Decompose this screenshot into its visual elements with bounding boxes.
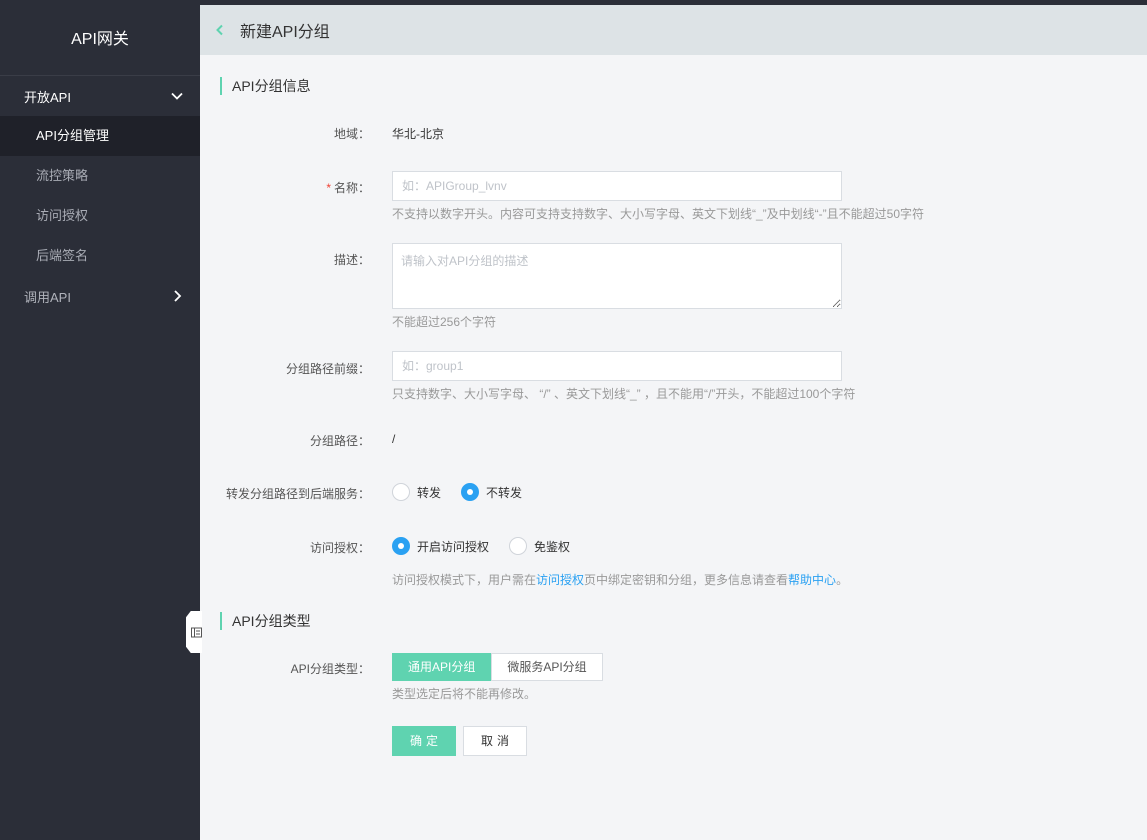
- radio-unchecked-icon: [509, 537, 528, 555]
- description-label: 描述：: [333, 253, 370, 267]
- sidebar-item-flow-control[interactable]: 流控策略: [0, 156, 200, 196]
- path-label: 分组路径：: [309, 434, 370, 448]
- forward-radio-option[interactable]: 转发: [392, 483, 441, 501]
- sidebar-item-backend-sign[interactable]: 后端签名: [0, 236, 200, 276]
- sidebar-title: API网关: [0, 0, 200, 76]
- name-label: * 名称：: [200, 179, 370, 196]
- auth-label: 访问授权：: [309, 541, 370, 555]
- auth-radio-group: 开启访问授权 免鉴权: [392, 537, 590, 555]
- nav-group-label: 开放API: [24, 89, 71, 105]
- no-auth-radio-option[interactable]: 免鉴权: [509, 537, 570, 555]
- no-forward-radio-option[interactable]: 不转发: [461, 483, 522, 501]
- general-group-type-button[interactable]: 通用API分组: [392, 653, 492, 681]
- path-value: /: [392, 432, 396, 446]
- forward-radio-group: 转发 不转发: [392, 483, 542, 501]
- section-title-type: API分组类型: [220, 612, 311, 630]
- sidebar-item-api-group[interactable]: API分组管理: [0, 116, 200, 156]
- required-mark: *: [326, 181, 331, 195]
- radio-label: 转发: [417, 485, 442, 500]
- sidebar: API网关 开放API API分组管理 流控策略 访问授权 后端签名 调用API: [0, 0, 200, 840]
- radio-unchecked-icon: [392, 483, 410, 501]
- path-prefix-input[interactable]: [392, 351, 842, 381]
- cancel-button[interactable]: 取消: [463, 726, 528, 756]
- page-title: 新建API分组: [240, 24, 330, 41]
- auth-hint-text: 。: [836, 573, 849, 587]
- chevron-left-icon[interactable]: [200, 5, 240, 55]
- group-type-hint: 类型选定后将不能再修改。: [392, 687, 537, 701]
- forward-label: 转发分组路径到后端服务：: [225, 487, 370, 501]
- microservice-group-type-button[interactable]: 微服务API分组: [491, 653, 603, 681]
- name-label-text: 名称：: [333, 181, 370, 195]
- radio-label: 开启访问授权: [417, 539, 490, 554]
- radio-label: 免鉴权: [534, 539, 571, 554]
- description-hint: 不能超过256个字符: [392, 315, 497, 329]
- auth-hint-text: 页中绑定密钥和分组，更多信息请查看: [584, 573, 789, 587]
- auth-hint-text: 访问授权模式下，用户需在: [392, 573, 537, 587]
- radio-checked-icon: [461, 483, 480, 501]
- sidebar-item-access-auth[interactable]: 访问授权: [0, 196, 200, 236]
- section-title-info: API分组信息: [220, 77, 311, 95]
- radio-label: 不转发: [486, 485, 523, 500]
- group-type-label: API分组类型：: [290, 662, 370, 676]
- help-center-link[interactable]: 帮助中心: [788, 573, 836, 587]
- nav-group-call-api[interactable]: 调用API: [0, 276, 200, 316]
- chevron-right-icon: [170, 289, 184, 303]
- chevron-down-icon: [170, 89, 184, 103]
- name-input[interactable]: [392, 171, 842, 201]
- region-label: 地域：: [333, 127, 370, 141]
- nav-group-open-api[interactable]: 开放API: [0, 76, 200, 116]
- auth-enabled-radio-option[interactable]: 开启访问授权: [392, 537, 489, 555]
- description-textarea[interactable]: [392, 243, 842, 309]
- auth-hint: 访问授权模式下，用户需在访问授权页中绑定密钥和分组，更多信息请查看帮助中心。: [392, 571, 848, 588]
- main-content: API分组信息 地域： 华北-北京 *名称： 不支持以数字开头。内容可支持支持数…: [200, 55, 1147, 840]
- radio-checked-icon: [392, 537, 410, 555]
- access-auth-link[interactable]: 访问授权: [536, 573, 584, 587]
- path-prefix-label: 分组路径前缀：: [285, 362, 370, 376]
- page-header: 新建API分组: [200, 5, 1147, 55]
- confirm-button[interactable]: 确定: [392, 726, 457, 756]
- path-prefix-hint: 只支持数字、大小写字母、 “/” 、英文下划线“_” ，且不能用“/”开头，不能…: [392, 387, 856, 401]
- nav-group-label: 调用API: [24, 289, 71, 305]
- group-type-segmented: 通用API分组 微服务API分组: [392, 653, 603, 681]
- name-hint: 不支持以数字开头。内容可支持支持数字、大小写字母、英文下划线“_”及中划线“-”…: [392, 207, 925, 221]
- region-value: 华北-北京: [392, 127, 444, 141]
